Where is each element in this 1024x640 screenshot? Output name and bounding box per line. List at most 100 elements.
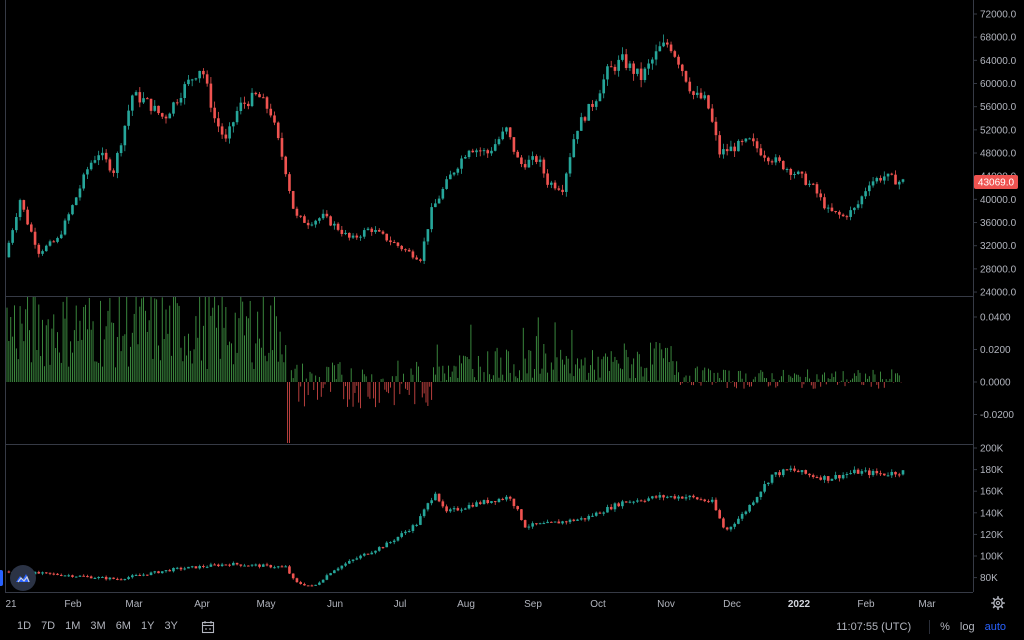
candle-body (407, 249, 411, 252)
candle-body (250, 564, 254, 566)
candle-body (639, 68, 643, 81)
candle-body (849, 210, 852, 217)
candle-body (643, 68, 647, 81)
timeframe-3y-button[interactable]: 3Y (159, 613, 182, 640)
candle-body (333, 570, 336, 574)
candle-body (830, 478, 834, 481)
utc-clock[interactable]: 11:07:55 (UTC) (836, 621, 911, 633)
candle-body (598, 93, 602, 102)
time-axis-label: Oct (590, 599, 606, 610)
candle-body (707, 501, 710, 503)
candle-body (475, 502, 478, 507)
price-axis[interactable]: 72000.0 68000.0 64000.0 60000.0 56000.0 52000… (973, 10, 1017, 299)
candle-body (781, 469, 785, 476)
candle-body (890, 173, 894, 175)
time-axis-label: Jul (394, 599, 407, 610)
candle-body (362, 230, 366, 237)
candle-body (654, 496, 658, 498)
log-scale-button[interactable]: log (960, 621, 975, 633)
candle-body (864, 470, 867, 472)
timeframe-7d-button[interactable]: 7D (36, 613, 60, 640)
candle-body (374, 550, 377, 553)
candle-body (355, 235, 359, 238)
timeframe-1y-button[interactable]: 1Y (136, 613, 159, 640)
candle-body (67, 575, 71, 577)
candle-body (501, 498, 505, 500)
candle-body (830, 207, 834, 212)
candle-body (198, 566, 201, 569)
timeframe-3m-button[interactable]: 3M (85, 613, 110, 640)
candle-body (849, 473, 852, 475)
candle-body (733, 523, 736, 527)
candle-body (617, 503, 620, 507)
candle-body (250, 92, 254, 107)
candle-body (318, 582, 321, 585)
candle-body (351, 559, 355, 561)
candle-body (190, 79, 194, 81)
candle-body (56, 238, 59, 242)
candle-body (752, 502, 755, 505)
candle-body (445, 179, 448, 189)
candle-body (860, 471, 864, 474)
second-candle-pane[interactable] (7, 465, 905, 587)
candle-body (400, 245, 403, 250)
candle-body (490, 501, 493, 503)
candle-body (299, 582, 302, 584)
second-axis[interactable]: 200K 180K 160K 140K 120K 100K 80K (973, 444, 1004, 585)
candle-body (811, 475, 815, 478)
price-pane[interactable] (7, 34, 905, 265)
candle-body (643, 500, 647, 502)
candle-body (441, 501, 445, 507)
candle-body (119, 145, 123, 154)
candle-body (258, 94, 261, 98)
chart-area[interactable]: 72000.0 68000.0 64000.0 60000.0 56000.0 52000… (0, 0, 1024, 640)
timeframe-1m-button[interactable]: 1M (60, 613, 85, 640)
candle-body (572, 139, 576, 158)
candle-body (808, 183, 811, 185)
candle-body (767, 482, 770, 485)
candle-body (460, 509, 463, 511)
candle-body (370, 228, 374, 232)
candle-body (336, 223, 340, 230)
candle-body (651, 59, 654, 64)
scroll-edge-marker[interactable] (0, 570, 3, 586)
candle-body (778, 157, 781, 161)
candle-body (254, 92, 258, 95)
second-axis-label: 100K (980, 552, 1004, 563)
candle-body (243, 102, 246, 104)
candle-body (22, 200, 26, 210)
time-axis[interactable]: 21 Feb Mar Apr May Jun Jul Aug Sep Oct Nov Dec 2022 F… (5, 599, 936, 610)
oscillator-axis[interactable]: 0.0400 0.0200 0.0000 -0.0200 (973, 313, 1014, 422)
settings-icon[interactable] (991, 596, 1005, 610)
candle-body (48, 241, 52, 246)
timeframe-1d-button[interactable]: 1D (12, 613, 36, 640)
candle-body (160, 571, 164, 574)
timeframe-6m-button[interactable]: 6M (111, 613, 136, 640)
candle-body (344, 563, 347, 566)
candle-body (59, 574, 63, 576)
candle-body (796, 171, 800, 174)
candle-body (306, 585, 310, 587)
percent-scale-button[interactable]: % (940, 621, 950, 633)
candle-body (116, 578, 119, 580)
candle-body (243, 565, 246, 567)
candle-body (759, 491, 763, 498)
candle-body (868, 470, 871, 476)
candle-body (318, 218, 321, 221)
candle-body (564, 173, 568, 192)
candle-body (841, 214, 845, 217)
candle-body (475, 150, 478, 153)
candle-body (426, 229, 430, 242)
candle-body (520, 509, 523, 521)
candle-body (658, 495, 662, 498)
candle-body (142, 98, 145, 103)
candle-body (752, 138, 755, 142)
tradingview-logo-icon[interactable] (10, 565, 36, 591)
candle-body (826, 476, 830, 481)
candle-body (37, 244, 41, 254)
auto-scale-button[interactable]: auto (985, 621, 1006, 633)
candle-body (594, 101, 598, 107)
oscillator-pane[interactable] (6, 297, 902, 443)
candle-body (811, 183, 815, 185)
range-icon[interactable] (201, 620, 215, 634)
